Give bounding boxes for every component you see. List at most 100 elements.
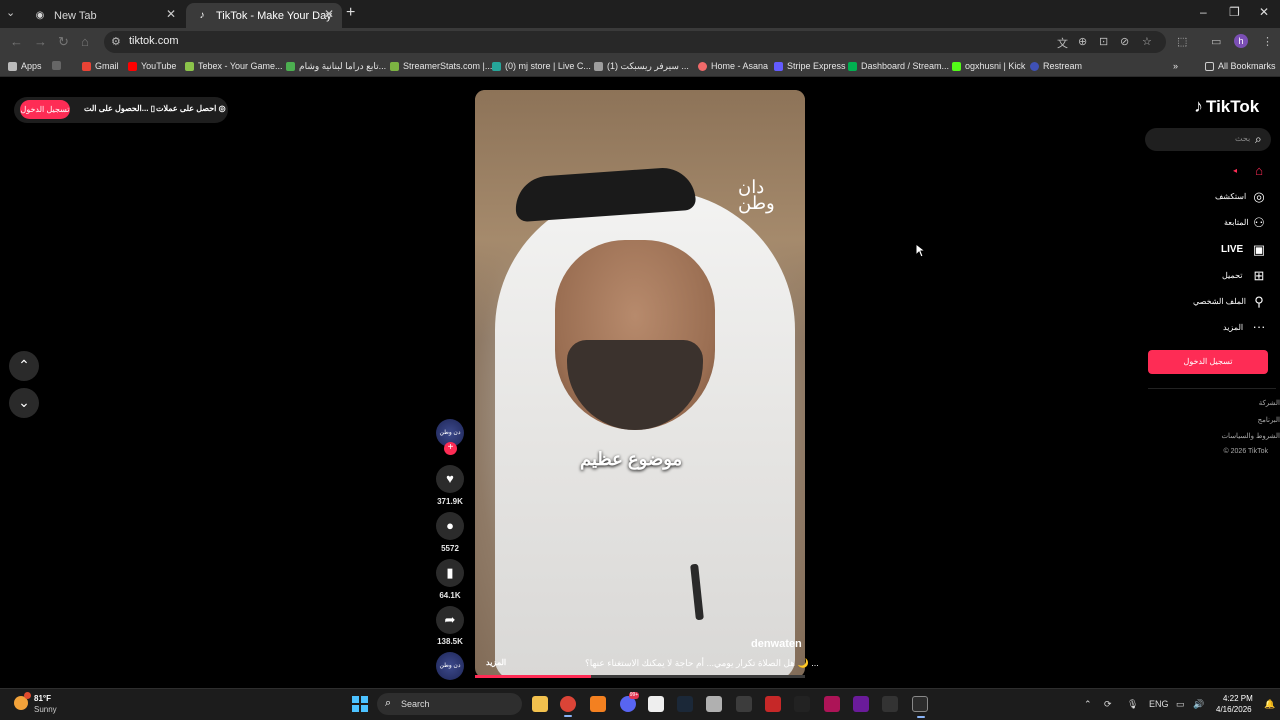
close-icon[interactable]: ✕ [166,7,176,21]
profile-icon[interactable]: ⚲ [1251,294,1267,310]
notification-bell-icon[interactable]: 🔔 [1264,699,1275,710]
bookmark-asana[interactable]: Home - Asana [698,61,768,71]
chrome-taskbar-icon[interactable] [560,696,576,717]
url-text[interactable]: tiktok.com [129,35,179,47]
menu-kebab-icon[interactable]: ⋮ [1262,35,1273,48]
close-icon[interactable]: ✕ [324,7,334,21]
get-app-button[interactable]: الحصول على الت... ▯ [84,104,155,113]
footer-company[interactable]: الشركة [1259,399,1280,407]
bookmark-kick[interactable]: ogxhusni | Kick [952,61,1025,71]
bookmark-drama[interactable]: تابع دراما لبنانية وشام... [286,61,386,72]
upload-icon[interactable]: ⊞ [1251,268,1267,284]
video-progress-bar[interactable] [475,675,805,678]
file-explorer-icon[interactable] [532,696,548,712]
sidebar-login-button[interactable]: تسجيل الدخول [1148,350,1268,374]
extensions-icon[interactable]: ⬚ [1177,35,1187,48]
bookmark-tebex[interactable]: Tebex - Your Game... [185,61,283,71]
cast-icon[interactable]: ▭ [1211,35,1221,48]
comment-button[interactable]: ● [436,512,464,540]
sidebar-item-profile[interactable]: الملف الشخصي [1193,297,1246,306]
bookmark-gmail[interactable]: Gmail [82,61,119,71]
weather-condition[interactable]: Sunny [34,705,57,714]
next-video-button[interactable]: ⌄ [9,388,39,418]
clock-date[interactable]: 4/16/2026 [1216,705,1252,714]
home-icon[interactable]: ⌂ [81,34,89,49]
more-icon[interactable]: ··· [1251,319,1267,334]
following-icon[interactable]: ⚇ [1251,215,1267,231]
app-a-icon[interactable] [824,696,840,712]
install-app-icon[interactable]: ⊡ [1099,35,1108,48]
address-bar[interactable] [104,31,1166,53]
bookmark-stripe[interactable]: Stripe Express [774,61,846,71]
sidebar-item-more[interactable]: المزيد [1223,323,1243,332]
xampp-icon[interactable] [590,696,606,712]
tab-tiktok[interactable]: ♪ TikTok - Make Your Day ✕ [186,3,342,28]
footer-program[interactable]: البرنامج [1258,416,1280,424]
weather-temperature[interactable]: 81°F [34,694,51,703]
tab-search-chevron-icon[interactable]: ⌄ [6,6,15,19]
top-login-button[interactable]: تسجيل الدخول [20,100,70,119]
profile-avatar[interactable]: h [1234,34,1248,48]
notion-icon[interactable] [648,696,664,712]
language-indicator[interactable]: ENG [1149,699,1169,709]
bookmark-star-icon[interactable]: ☆ [1142,35,1152,48]
compass-icon[interactable]: ◎ [1251,189,1267,205]
video-author[interactable]: denwaten [751,638,802,650]
steam-icon[interactable] [677,696,693,712]
microphone-icon[interactable]: 🎙 [1127,699,1138,710]
new-tab-plus-icon[interactable]: + [346,4,355,22]
all-bookmarks[interactable]: All Bookmarks [1205,61,1276,71]
settings-gear-icon[interactable] [736,696,752,712]
image-app-icon[interactable] [706,696,722,712]
music-disc-avatar[interactable]: دن وطن [436,652,464,680]
search-input[interactable] [1145,128,1271,151]
sidebar-item-following[interactable]: المتابعة [1224,218,1249,227]
zoom-icon[interactable]: ⊕ [1078,35,1087,48]
sync-icon[interactable]: ⟳ [1104,699,1112,710]
volume-icon[interactable]: 🔊 [1193,699,1204,710]
sidebar-item-upload[interactable]: تحميل [1222,271,1243,280]
tab-new-tab[interactable]: ◉ New Tab ✕ [24,3,184,28]
bookmark-server[interactable]: (1) سيرفر ريسبكت ... [594,61,689,72]
window-close-icon[interactable]: ✕ [1259,5,1269,19]
reload-icon[interactable]: ↻ [58,34,69,50]
terminal-icon[interactable] [912,696,928,718]
live-icon[interactable]: ▣ [1251,242,1267,258]
share-button[interactable]: ➦ [436,606,464,634]
sidebar-item-explore[interactable]: استكشف [1215,192,1246,201]
bookmark-streamerstats[interactable]: StreamerStats.com |... [390,61,492,71]
site-info-icon[interactable]: ⚙ [111,35,121,48]
forward-icon[interactable]: → [34,34,47,49]
bookmark-dashboard[interactable]: Dashboard / Stream... [848,61,949,71]
bookmarks-overflow-icon[interactable]: » [1173,61,1178,71]
get-coins-button[interactable]: احصل على عملات ◎ [156,104,226,113]
bookmark-apps[interactable]: Apps [8,61,42,71]
footer-terms[interactable]: الشروط والسياسات [1221,432,1280,440]
clock-time[interactable]: 4:22 PM [1223,694,1253,703]
tray-overflow-icon[interactable]: ⌃ [1084,699,1092,710]
bookmark-youtube[interactable]: YouTube [128,61,176,71]
back-icon[interactable]: ← [10,34,23,49]
bookmark-mj-store[interactable]: (0) mj store | Live C... [492,61,591,71]
bookmark-grid[interactable] [52,61,65,70]
search-icon[interactable]: ⌕ [1255,132,1262,147]
caption-more-link[interactable]: المزيد [486,658,506,667]
taskbar-search-box[interactable] [377,693,522,715]
filezilla-icon[interactable] [765,696,781,712]
windows-start-icon[interactable] [352,696,368,712]
follow-plus-icon[interactable]: + [444,442,457,455]
network-icon[interactable]: ▭ [1176,699,1185,710]
bookmark-restream[interactable]: Restream [1030,61,1082,71]
app-purple-icon[interactable] [853,696,869,712]
previous-video-button[interactable]: ⌃ [9,351,39,381]
home-icon[interactable]: ⌂ [1251,163,1267,178]
tiktok-logo[interactable]: ♪ TikTok [1194,96,1259,117]
capcut-icon[interactable] [794,696,810,712]
minimize-icon[interactable]: – [1200,5,1207,19]
eye-off-icon[interactable]: ⊘ [1120,35,1129,48]
sidebar-item-live[interactable]: LIVE [1221,244,1243,255]
like-button[interactable]: ♥ [436,465,464,493]
save-button[interactable]: ▮ [436,559,464,587]
restore-icon[interactable]: ❐ [1229,5,1240,19]
app-x-icon[interactable] [882,696,898,712]
